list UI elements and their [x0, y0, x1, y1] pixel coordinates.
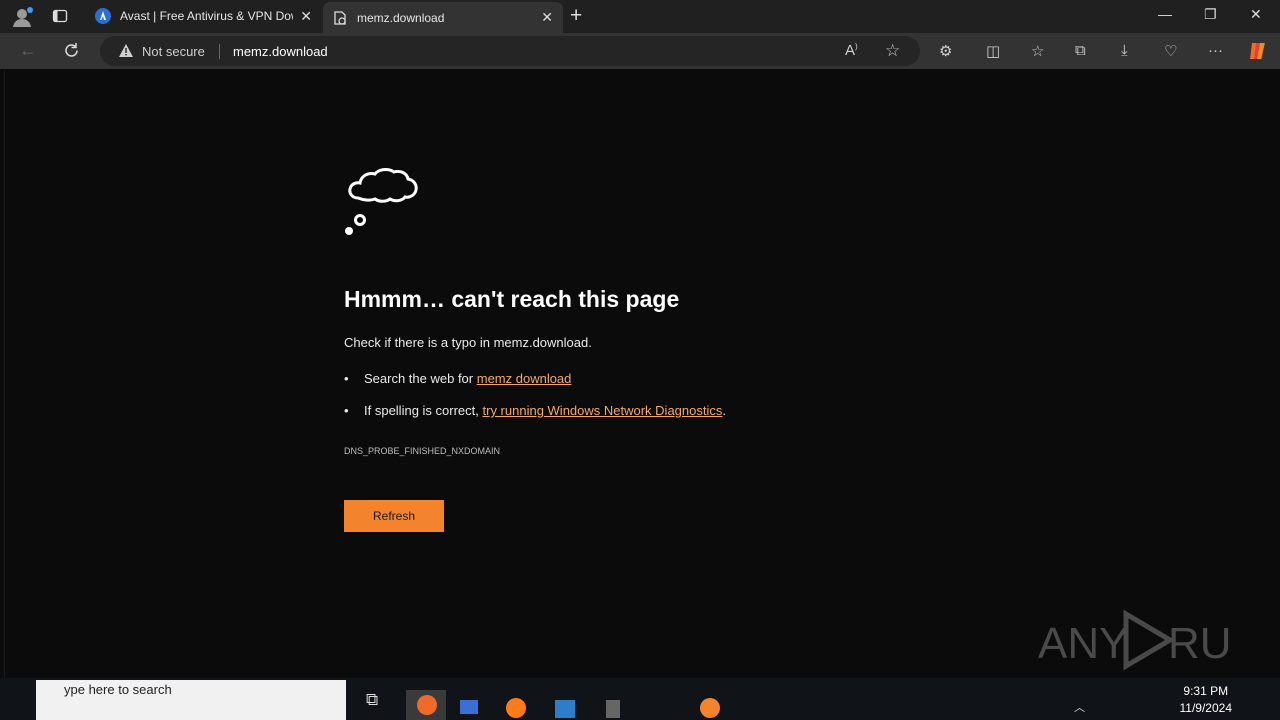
title-bar: Avast | Free Antivirus & VPN Dow ✕ memz.… — [0, 0, 1280, 33]
collections-icon[interactable]: ⧉ — [1075, 42, 1086, 59]
firefox-icon[interactable] — [506, 698, 526, 718]
bullet-dot: • — [344, 403, 349, 418]
app-icon[interactable] — [700, 698, 720, 718]
close-tab-icon[interactable]: ✕ — [541, 9, 553, 26]
typo-hint: Check if there is a typo in memz.downloa… — [344, 335, 592, 350]
security-label[interactable]: Not secure — [142, 44, 205, 59]
close-window-icon[interactable]: ✕ — [1250, 6, 1262, 23]
watermark-left-text: ANY — [1038, 619, 1128, 668]
app-icon[interactable] — [606, 700, 620, 718]
page-favicon-icon — [334, 10, 346, 25]
clock-time: 9:31 PM — [1183, 684, 1229, 698]
copilot-icon[interactable] — [1247, 41, 1269, 61]
tab-avast[interactable]: Avast | Free Antivirus & VPN Dow ✕ — [86, 0, 322, 32]
browser-toolbar: ← Not secure memz.download A) ☆ ⚙ ◫ ☆ ⧉ … — [0, 33, 1280, 69]
clock-date: 11/9/2024 — [1179, 701, 1233, 715]
bullet-dot: • — [344, 371, 349, 386]
url-text[interactable]: memz.download — [233, 44, 328, 59]
list-item-diagnostics: • If spelling is correct, try running Win… — [344, 403, 726, 418]
taskbar-apps — [400, 688, 1090, 720]
search-web-link[interactable]: memz download — [477, 371, 572, 386]
tab-memz[interactable]: memz.download ✕ — [323, 2, 563, 33]
back-icon[interactable]: ← — [19, 40, 37, 61]
show-hidden-icons-chevron-icon[interactable]: ︿ — [1074, 699, 1085, 715]
more-menu-icon[interactable]: ··· — [1208, 42, 1223, 59]
restore-icon[interactable]: ❐ — [1204, 6, 1217, 23]
address-bar[interactable]: Not secure memz.download A) ☆ — [100, 36, 920, 66]
page-content — [4, 70, 1276, 678]
thought-cloud-icon — [345, 168, 418, 235]
watermark-right-text: RUN — [1168, 619, 1233, 668]
taskbar-search-box[interactable]: ype here to search — [36, 680, 346, 720]
diagnostics-suffix: . — [722, 403, 726, 418]
task-view-icon[interactable]: ⧉ — [366, 690, 378, 710]
error-heading: Hmmm… can't reach this page — [344, 286, 680, 312]
search-prefix: Search the web for — [364, 371, 477, 386]
read-aloud-icon[interactable]: A) — [845, 42, 858, 59]
search-placeholder: ype here to search — [64, 682, 172, 697]
anyrun-watermark: ANY RUN — [1038, 606, 1263, 677]
edge-taskbar-icon[interactable] — [406, 690, 446, 720]
tab-title: Avast | Free Antivirus & VPN Dow — [120, 9, 293, 23]
edge-logo-icon — [417, 695, 437, 715]
close-tab-icon[interactable]: ✕ — [300, 8, 312, 25]
tab-actions-icon[interactable] — [52, 8, 68, 24]
diagnostics-prefix: If spelling is correct, — [364, 403, 483, 418]
error-code: DNS_PROBE_FINISHED_NXDOMAIN — [344, 446, 501, 456]
profile-icon[interactable] — [12, 6, 34, 28]
taskbar-clock[interactable]: 9:31 PM 11/9/2024 — [1180, 683, 1233, 717]
refresh-button[interactable]: Refresh — [344, 500, 444, 532]
minimize-icon[interactable]: — — [1158, 6, 1172, 22]
new-tab-icon[interactable]: + — [570, 4, 582, 28]
app-icon[interactable] — [555, 700, 575, 718]
warning-icon[interactable] — [118, 43, 134, 58]
downloads-icon[interactable]: ⤓ — [1121, 42, 1128, 59]
favorites-icon[interactable]: ☆ — [1031, 42, 1044, 60]
address-divider — [219, 44, 220, 59]
network-diagnostics-link[interactable]: try running Windows Network Diagnostics — [483, 403, 723, 418]
browser-essentials-icon[interactable]: ♡ — [1164, 42, 1177, 60]
list-item-search: • Search the web for memz download — [344, 371, 571, 386]
reload-icon[interactable] — [63, 42, 80, 59]
file-explorer-icon[interactable] — [460, 700, 478, 714]
favorite-star-icon[interactable]: ☆ — [885, 41, 900, 61]
avast-favicon-icon — [95, 8, 111, 24]
extensions-icon[interactable]: ⚙ — [939, 42, 952, 60]
tab-title: memz.download — [357, 10, 445, 25]
split-screen-icon[interactable]: ◫ — [986, 42, 1000, 60]
